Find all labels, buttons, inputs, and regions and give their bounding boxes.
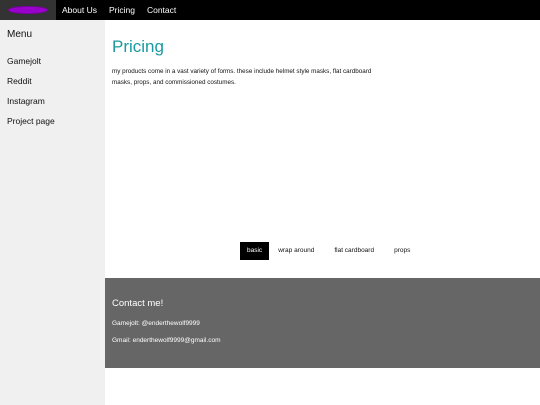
- tab-flat-cardboard[interactable]: flat cardboard: [327, 242, 381, 260]
- sidebar-item-gamejolt[interactable]: Gamejolt: [7, 56, 41, 66]
- footer-gamejolt: Gamejolt: @enderthewolf9999: [112, 320, 200, 327]
- intro-text: my products come in a vast variety of fo…: [112, 68, 372, 86]
- sidebar-item-reddit[interactable]: Reddit: [7, 76, 32, 86]
- footer-gmail: Gmail: enderthewolf9999@gmail.com: [112, 337, 221, 344]
- contact-footer: Contact me! Gamejolt: @enderthewolf9999 …: [105, 278, 540, 368]
- nav-about-us[interactable]: About Us: [56, 0, 103, 20]
- tab-wrap-around[interactable]: wrap around: [271, 242, 321, 260]
- top-navbar: About Us Pricing Contact: [0, 0, 540, 20]
- nav-contact[interactable]: Contact: [141, 0, 182, 20]
- nav-pricing[interactable]: Pricing: [103, 0, 141, 20]
- tab-props[interactable]: props: [387, 242, 417, 260]
- logo-container[interactable]: [0, 0, 56, 20]
- sidebar-item-instagram[interactable]: Instagram: [7, 96, 45, 106]
- footer-title: Contact me!: [112, 298, 164, 309]
- page-title: Pricing: [112, 37, 164, 56]
- sidebar: Menu Gamejolt Reddit Instagram Project p…: [0, 20, 105, 405]
- sidebar-title: Menu: [7, 29, 33, 40]
- sidebar-item-project-page[interactable]: Project page: [7, 116, 55, 126]
- logo-icon: [8, 6, 48, 14]
- main-content: Pricing my products come in a vast varie…: [105, 20, 540, 405]
- pricing-tabs: basic wrap around flat cardboard props: [240, 242, 419, 260]
- tab-basic[interactable]: basic: [240, 242, 270, 260]
